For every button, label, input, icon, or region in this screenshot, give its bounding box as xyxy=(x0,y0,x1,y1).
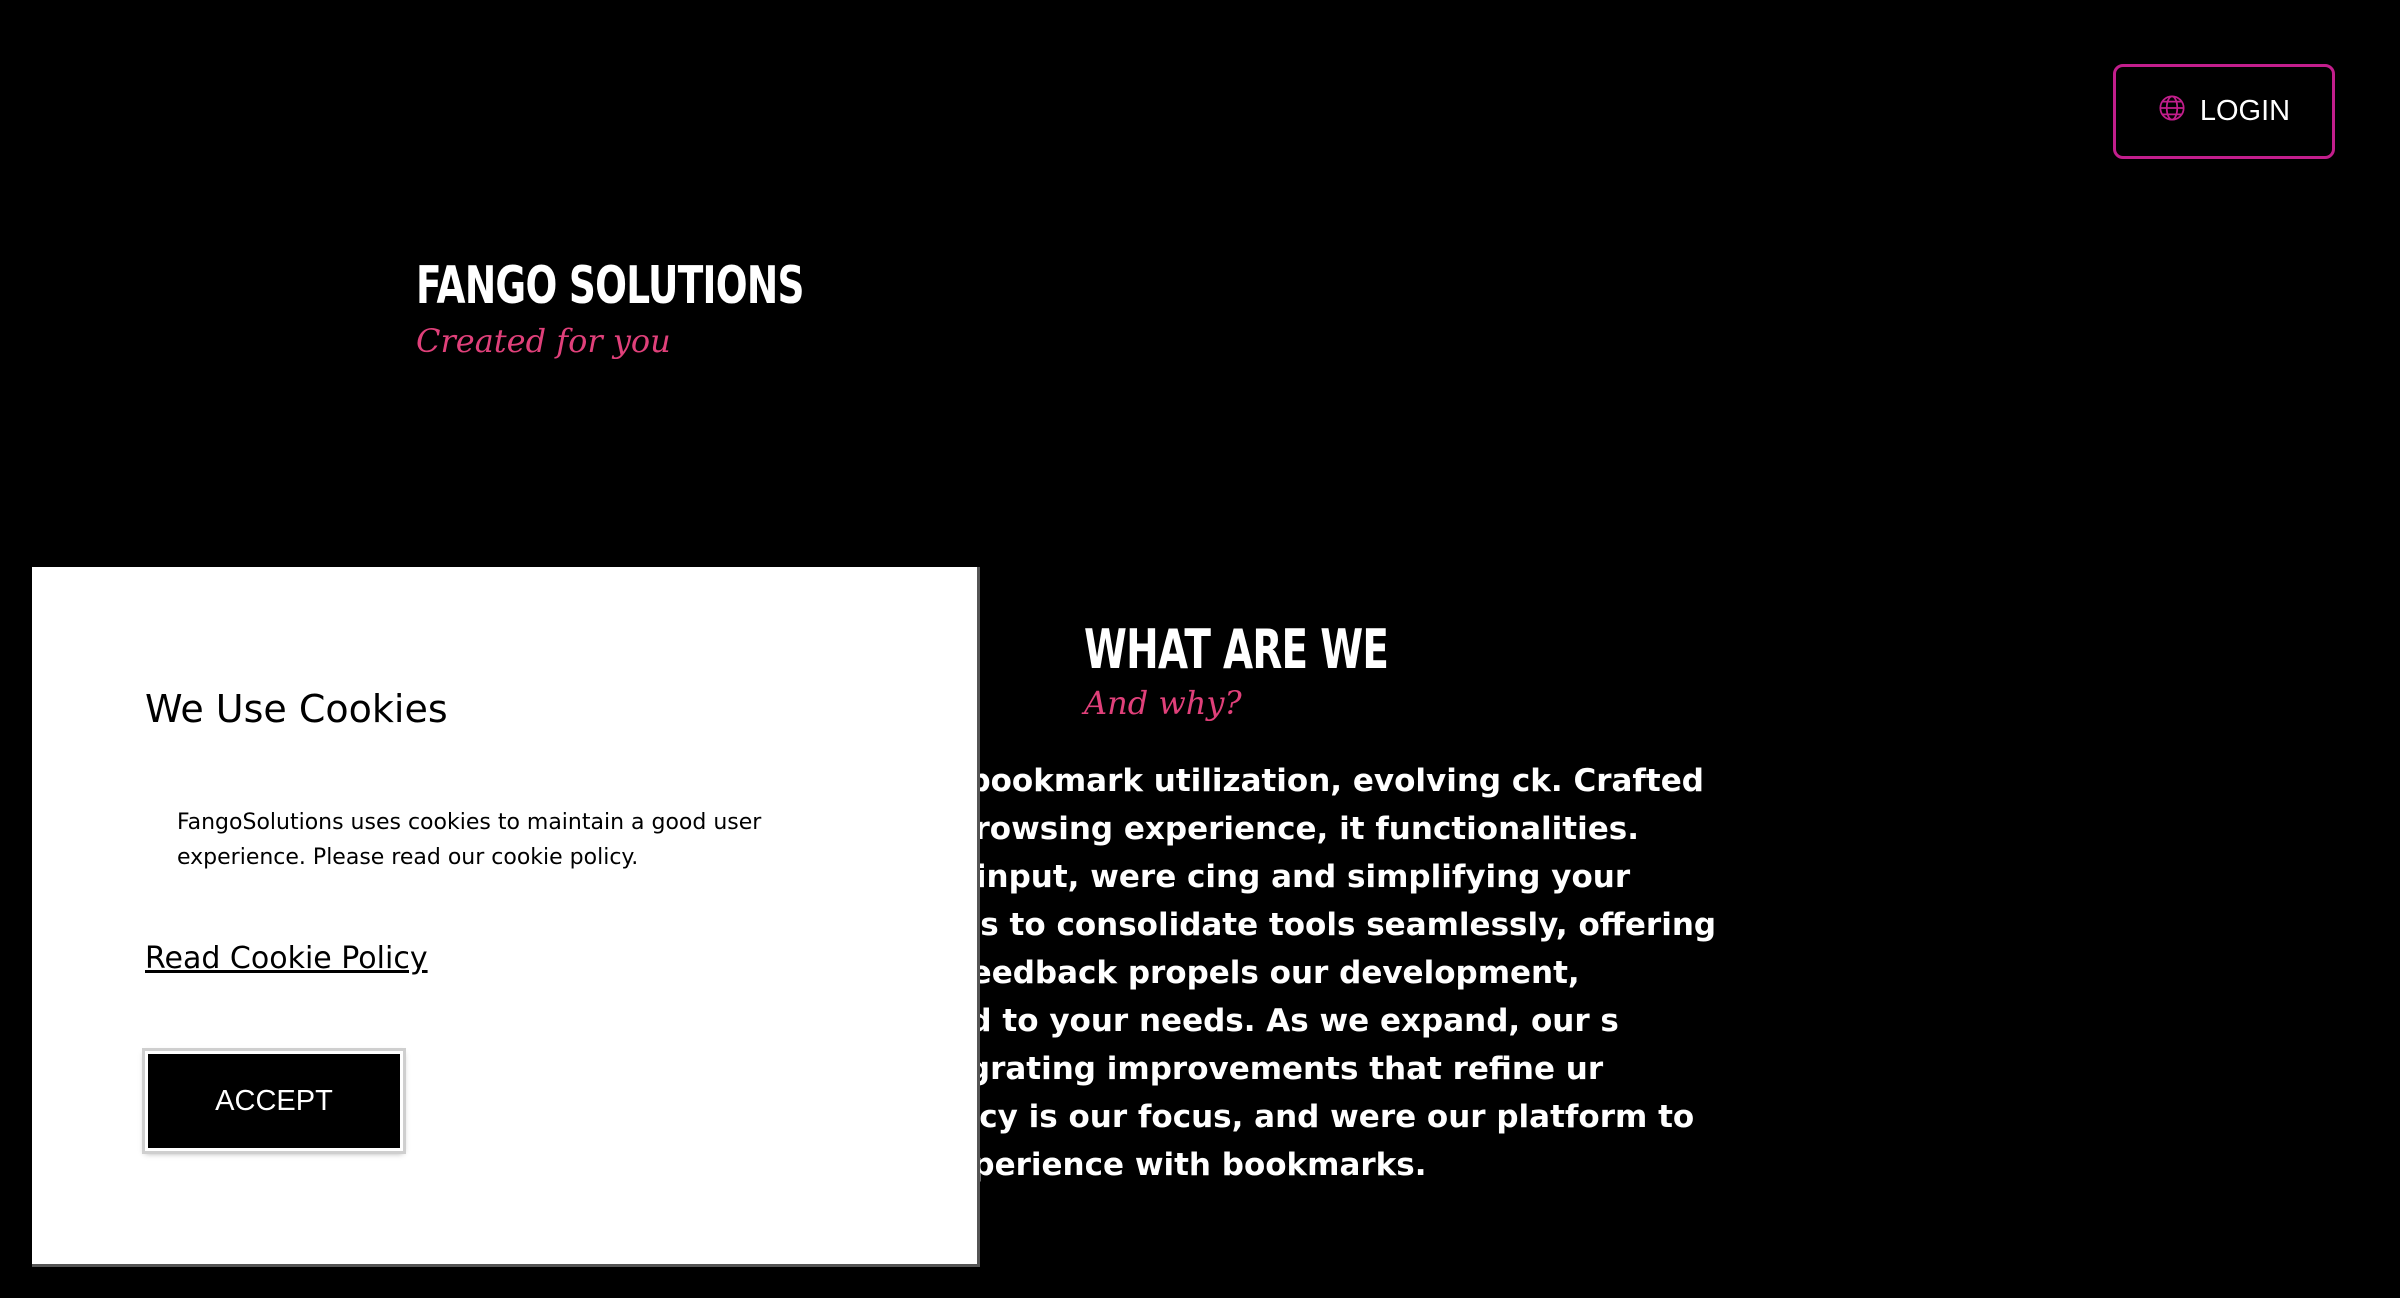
cookie-modal-message: FangoSolutions uses cookies to maintain … xyxy=(177,810,762,870)
login-label: LOGIN xyxy=(2199,95,2291,127)
accept-cookies-button[interactable]: ACCEPT xyxy=(145,1051,403,1151)
cookie-consent-modal: We Use Cookies FangoSolutions uses cooki… xyxy=(32,567,980,1267)
section-subtitle: And why? xyxy=(1084,684,1242,722)
section-title: WHAT ARE WE xyxy=(1084,618,1389,681)
read-cookie-policy-link[interactable]: Read Cookie Policy xyxy=(145,941,428,976)
brand-title: FANGO SOLUTIONS xyxy=(416,256,804,316)
cookie-modal-title: We Use Cookies xyxy=(145,687,448,731)
globe-icon xyxy=(2158,94,2186,130)
brand-tagline: Created for you xyxy=(416,322,671,360)
login-button[interactable]: LOGIN xyxy=(2113,64,2335,159)
